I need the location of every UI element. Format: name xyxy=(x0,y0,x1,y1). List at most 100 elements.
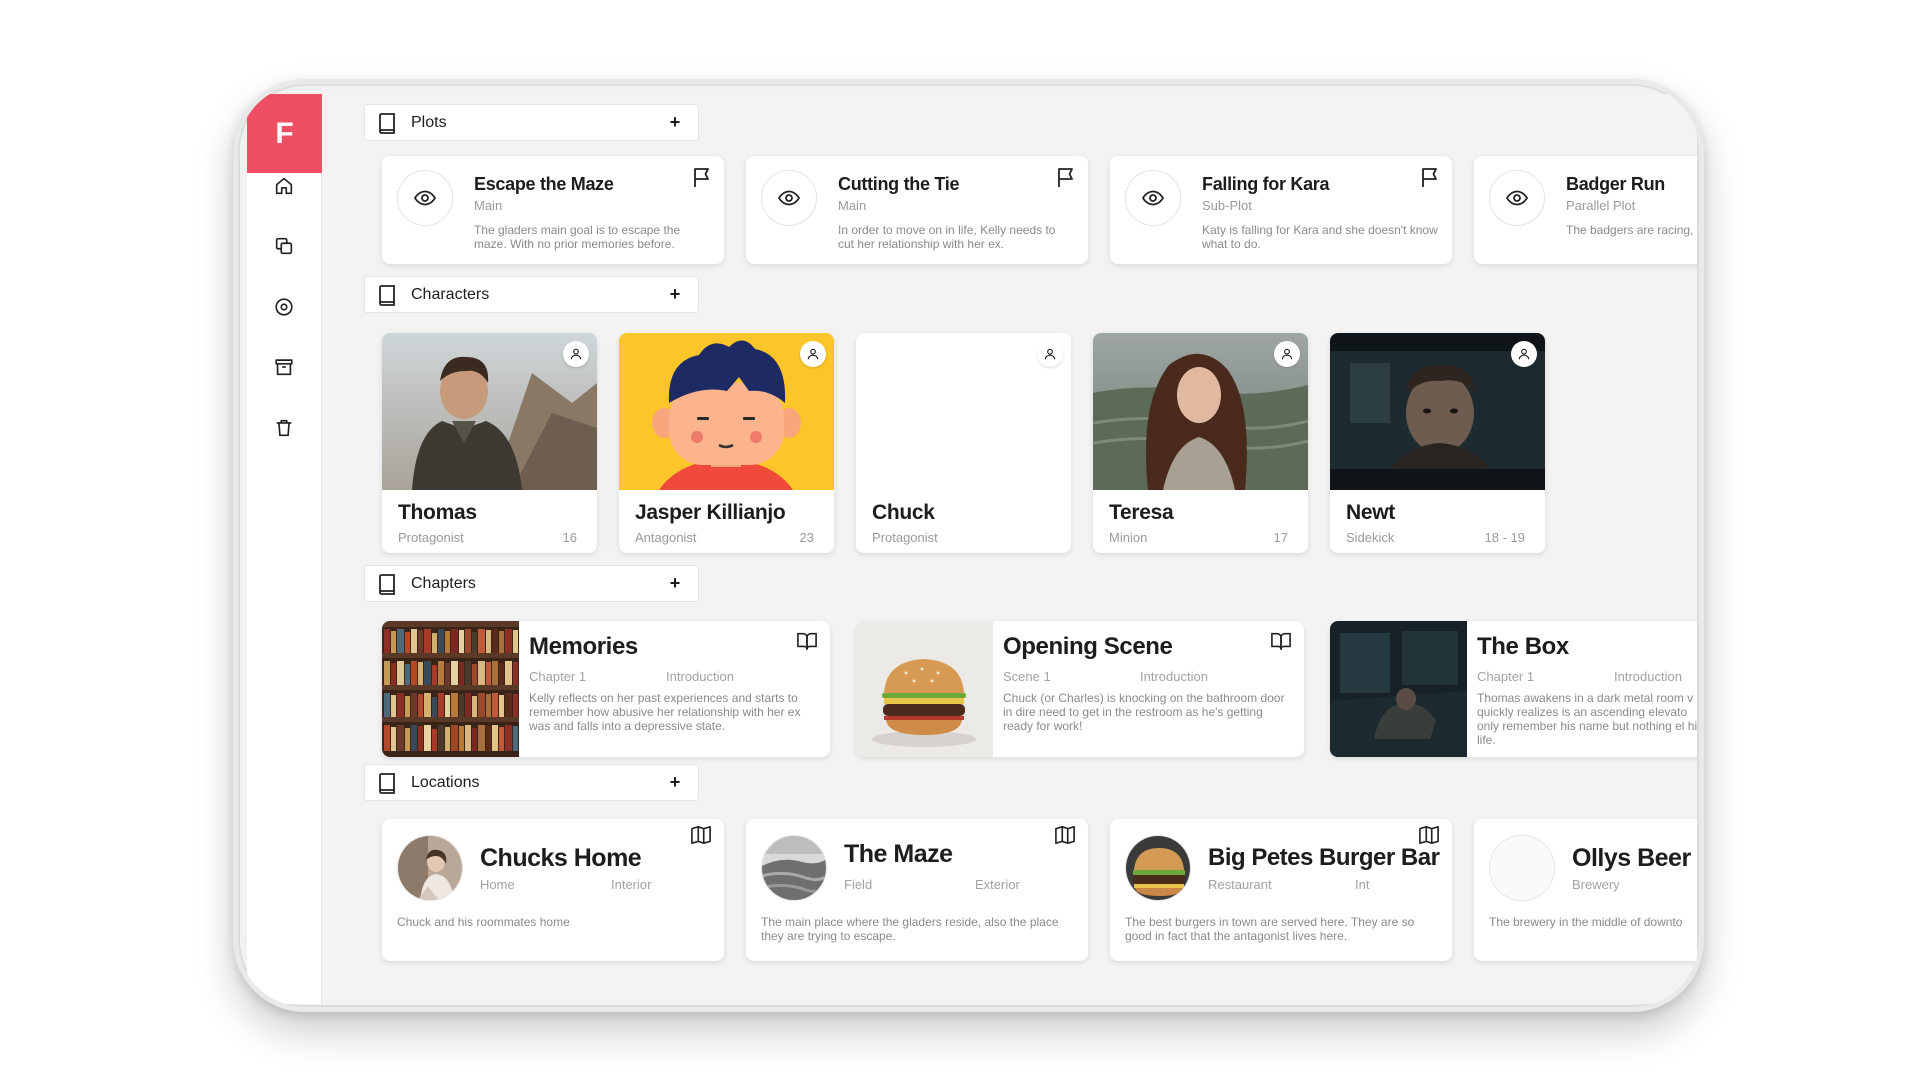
chapters-header: Chapters + xyxy=(364,565,699,602)
character-card[interactable]: Jasper Killianjo Antagonist 23 xyxy=(619,333,834,553)
plot-description: The badgers are racing, time that they b… xyxy=(1566,223,1697,237)
map-icon xyxy=(691,826,711,844)
eye-icon xyxy=(413,190,437,206)
add-location-button[interactable]: + xyxy=(664,772,686,794)
eye-icon xyxy=(777,190,801,206)
view-plot-button[interactable] xyxy=(761,170,817,226)
person-icon[interactable] xyxy=(1274,341,1300,367)
flag-plot-button[interactable] xyxy=(1056,166,1076,193)
nav-home-button[interactable] xyxy=(269,171,299,201)
character-role: Antagonist xyxy=(635,530,697,545)
character-name: Jasper Killianjo xyxy=(635,501,786,524)
characters-title: Characters xyxy=(411,285,490,303)
character-age: 17 xyxy=(1273,530,1288,545)
open-map-button[interactable] xyxy=(1054,825,1076,850)
plots-title: Plots xyxy=(411,113,447,131)
location-photo xyxy=(761,835,827,901)
plot-name: Badger Run xyxy=(1566,174,1666,194)
character-role: Minion xyxy=(1109,530,1148,545)
location-type: Brewery xyxy=(1572,877,1620,892)
person-icon[interactable] xyxy=(1037,341,1063,367)
trash-icon xyxy=(276,419,292,437)
plot-card[interactable]: Badger Run Parallel Plot The badgers are… xyxy=(1474,156,1697,264)
character-card[interactable]: Newt Sidekick 18 - 19 xyxy=(1330,333,1545,553)
nav-copy-button[interactable] xyxy=(269,231,299,261)
add-plot-button[interactable]: + xyxy=(664,112,686,134)
view-plot-button[interactable] xyxy=(1125,170,1181,226)
location-card[interactable]: The Maze Field Exterior The main place w… xyxy=(746,819,1088,961)
flag-plot-button[interactable] xyxy=(1420,166,1440,193)
app-logo[interactable]: F xyxy=(247,94,322,173)
open-map-button[interactable] xyxy=(1418,825,1440,850)
character-role: Protagonist xyxy=(872,530,938,545)
locations-header: Locations + xyxy=(364,764,699,801)
view-plot-button[interactable] xyxy=(1489,170,1545,226)
open-chapter-button[interactable] xyxy=(796,631,818,656)
logo-letter: F xyxy=(275,116,294,150)
location-card[interactable]: Chucks Home Home Interior Chuck and his … xyxy=(382,819,724,961)
chapter-type: Introduction xyxy=(666,669,734,684)
location-type: Home xyxy=(480,877,515,892)
plot-card[interactable]: Cutting the Tie Main In order to move on… xyxy=(746,156,1088,264)
location-name: The Maze xyxy=(844,840,953,868)
plot-description: The gladers main goal is to escape the m… xyxy=(474,223,681,251)
location-description: Chuck and his roommates home xyxy=(397,915,570,929)
location-setting: Int xyxy=(1355,877,1370,892)
sidebar: F xyxy=(247,94,322,1004)
chapter-card[interactable]: Opening Scene Scene 1 Introduction Chuck… xyxy=(856,621,1304,757)
location-card[interactable]: Big Petes Burger Bar Restaurant Int The … xyxy=(1110,819,1452,961)
map-icon xyxy=(1055,826,1075,844)
chapter-card[interactable]: Memories Chapter 1 Introduction Kelly re… xyxy=(382,621,830,757)
chapter-type: Introduction xyxy=(1140,669,1208,684)
chapter-photo xyxy=(1330,621,1467,757)
home-icon xyxy=(275,177,293,195)
character-age: 18 - 19 xyxy=(1484,530,1525,545)
location-name: Chucks Home xyxy=(480,844,642,872)
map-icon xyxy=(1419,826,1439,844)
location-card[interactable]: Ollys Beer Brewery The brewery in the mi… xyxy=(1474,819,1697,961)
chapter-number: Chapter 1 xyxy=(529,669,587,684)
person-icon[interactable] xyxy=(800,341,826,367)
chapter-number: Scene 1 xyxy=(1003,669,1051,684)
location-photo-empty xyxy=(1489,835,1555,901)
character-card[interactable]: Teresa Minion 17 xyxy=(1093,333,1308,553)
location-setting: Exterior xyxy=(975,877,1020,892)
plot-card[interactable]: Falling for Kara Sub-Plot Katy is fallin… xyxy=(1110,156,1452,264)
location-type: Restaurant xyxy=(1208,877,1272,892)
main-content: Plots + Escape the Maze Main The gladers… xyxy=(322,94,1697,1004)
chapter-card[interactable]: The Box Chapter 1 Introduction Thomas aw… xyxy=(1330,621,1697,757)
archive-icon xyxy=(275,359,293,376)
character-age: 23 xyxy=(799,530,814,545)
add-chapter-button[interactable]: + xyxy=(664,573,686,595)
add-character-button[interactable]: + xyxy=(664,284,686,306)
chapter-description: Thomas awakens in a dark metal room v qu… xyxy=(1477,691,1697,747)
person-icon[interactable] xyxy=(563,341,589,367)
open-map-button[interactable] xyxy=(690,825,712,850)
character-card[interactable]: Chuck Protagonist xyxy=(856,333,1071,553)
plots-header: Plots + xyxy=(364,104,699,141)
plot-card[interactable]: Escape the Maze Main The gladers main go… xyxy=(382,156,724,264)
location-name: Big Petes Burger Bar xyxy=(1208,844,1440,871)
location-photo xyxy=(1125,835,1191,901)
location-description: The best burgers in town are served here… xyxy=(1125,915,1415,943)
plot-description: Katy is falling for Kara and she doesn't… xyxy=(1202,223,1438,251)
flag-plot-button[interactable] xyxy=(692,166,712,193)
open-chapter-button[interactable] xyxy=(1270,631,1292,656)
view-plot-button[interactable] xyxy=(397,170,453,226)
flag-icon xyxy=(1058,168,1073,187)
person-icon[interactable] xyxy=(1511,341,1537,367)
nav-archive-button[interactable] xyxy=(269,352,299,382)
nav-target-button[interactable] xyxy=(269,292,299,322)
chapter-description: Kelly reflects on her past experiences a… xyxy=(529,691,801,733)
characters-header: Characters + xyxy=(364,276,699,313)
plot-description: In order to move on in life, Kelly needs… xyxy=(838,223,1056,251)
book-icon xyxy=(377,112,397,134)
chapters-title: Chapters xyxy=(411,574,476,592)
location-description: The brewery in the middle of downto xyxy=(1489,915,1683,929)
nav-trash-button[interactable] xyxy=(269,413,299,443)
book-icon xyxy=(377,284,397,306)
character-card[interactable]: Thomas Protagonist 16 xyxy=(382,333,597,553)
location-description: The main place where the gladers reside,… xyxy=(761,915,1059,943)
copy-icon xyxy=(275,237,293,255)
tablet-frame: F Plots + Escape the Maze Main The glade… xyxy=(233,79,1704,1012)
